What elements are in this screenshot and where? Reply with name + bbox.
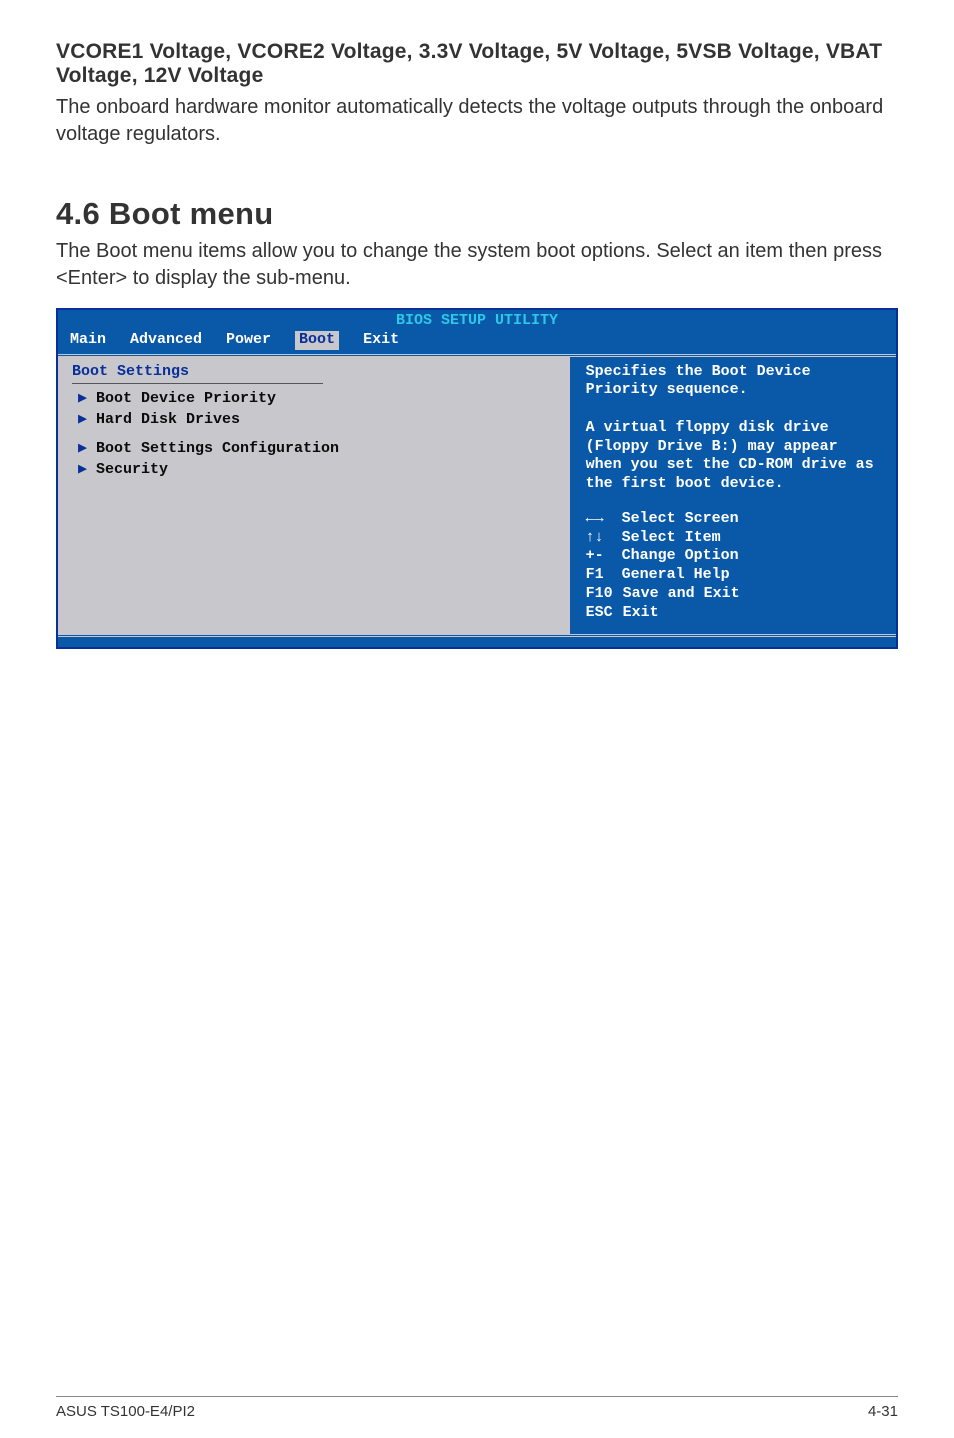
menuitem-security[interactable]: ▶ Security: [78, 461, 556, 480]
bios-title-text: BIOS SETUP UTILITY: [396, 312, 558, 331]
submenu-arrow-icon: ▶: [78, 461, 88, 480]
page-footer: ASUS TS100-E4/PI2 4-31: [56, 1396, 898, 1420]
key-row: +- Change Option: [586, 547, 882, 566]
vcore-paragraph: The onboard hardware monitor automatical…: [56, 94, 898, 148]
menuitem-boot-device-priority[interactable]: ▶ Boot Device Priority: [78, 390, 556, 409]
boot-settings-title: Boot Settings: [72, 363, 556, 382]
key-legend: ←→ Select Screen ↑↓ Select Item +- Chang…: [586, 510, 882, 623]
key-label: General Help: [622, 566, 730, 585]
key-esc: ESC: [586, 604, 613, 623]
key-label: Exit: [623, 604, 659, 623]
key-label: Select Screen: [622, 510, 739, 529]
bios-titlebar: BIOS SETUP UTILITY: [58, 310, 896, 331]
submenu-arrow-icon: ▶: [78, 440, 88, 459]
key-arrows-ud-icon: ↑↓: [586, 529, 612, 548]
menuitem-label: Hard Disk Drives: [96, 411, 240, 430]
bios-body: Boot Settings ▶ Boot Device Priority ▶ H…: [58, 354, 896, 638]
footer-product-name: ASUS TS100-E4/PI2: [56, 1403, 195, 1420]
menuitem-hard-disk-drives[interactable]: ▶ Hard Disk Drives: [78, 411, 556, 430]
key-row: ↑↓ Select Item: [586, 529, 882, 548]
tab-boot[interactable]: Boot: [295, 331, 339, 350]
key-label: Change Option: [622, 547, 739, 566]
boot-settings-divider: [72, 383, 323, 384]
boot-menu-title: 4.6 Boot menu: [56, 196, 898, 232]
submenu-arrow-icon: ▶: [78, 411, 88, 430]
key-f1: F1: [586, 566, 612, 585]
vcore-heading: VCORE1 Voltage, VCORE2 Voltage, 3.3V Vol…: [56, 40, 898, 88]
key-row: ESC Exit: [586, 604, 882, 623]
menuitem-label: Boot Device Priority: [96, 390, 276, 409]
menuitem-label: Boot Settings Configuration: [96, 440, 339, 459]
tab-advanced[interactable]: Advanced: [130, 331, 202, 350]
key-plus-minus: +-: [586, 547, 612, 566]
key-label: Select Item: [622, 529, 721, 548]
key-row: F1 General Help: [586, 566, 882, 585]
bios-window: BIOS SETUP UTILITY Main Advanced Power B…: [56, 308, 898, 649]
tab-exit[interactable]: Exit: [363, 331, 399, 350]
key-row: F10 Save and Exit: [586, 585, 882, 604]
help-text: Specifies the Boot Device Priority seque…: [586, 363, 882, 494]
bios-left-pane: Boot Settings ▶ Boot Device Priority ▶ H…: [58, 357, 572, 635]
tab-main[interactable]: Main: [70, 331, 106, 350]
key-f10: F10: [586, 585, 613, 604]
key-label: Save and Exit: [623, 585, 740, 604]
bios-help-pane: Specifies the Boot Device Priority seque…: [572, 357, 896, 635]
footer-page-number: 4-31: [868, 1403, 898, 1420]
menuitem-label: Security: [96, 461, 168, 480]
boot-menu-paragraph: The Boot menu items allow you to change …: [56, 238, 898, 292]
bios-footer: [58, 637, 896, 647]
tab-power[interactable]: Power: [226, 331, 271, 350]
menuitem-boot-settings-config[interactable]: ▶ Boot Settings Configuration: [78, 440, 556, 459]
submenu-arrow-icon: ▶: [78, 390, 88, 409]
key-row: ←→ Select Screen: [586, 510, 882, 529]
key-arrows-lr-icon: ←→: [586, 510, 612, 529]
bios-tabstrip: Main Advanced Power Boot Exit: [58, 331, 896, 354]
